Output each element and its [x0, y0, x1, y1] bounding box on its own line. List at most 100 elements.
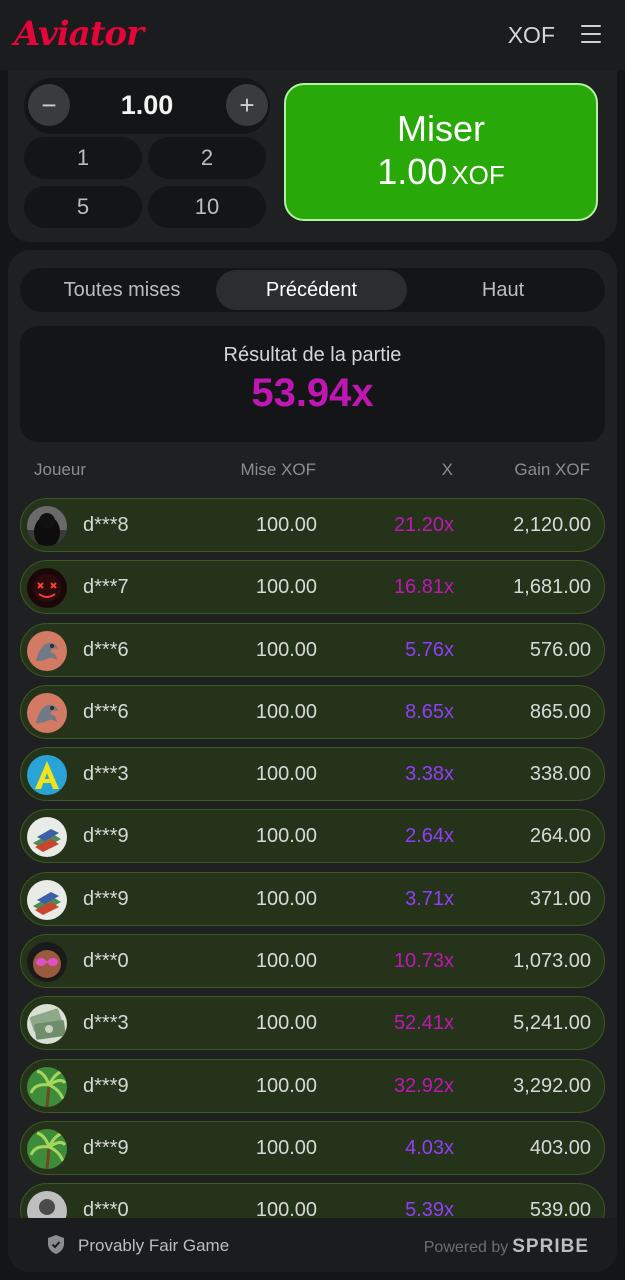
bet-row: d***9 100.00 2.64x 264.00: [20, 809, 605, 864]
win-amount: 5,241.00: [513, 1012, 591, 1035]
player-name: d***8: [83, 514, 129, 536]
stake-stepper: − 1.00 +: [24, 78, 270, 134]
bet-row: d***6 100.00 8.65x 865.00: [20, 684, 605, 739]
bet-amount: 100.00: [255, 514, 317, 536]
bet-panel: − 1.00 + 1 2 5 10 Miser 1.00 XOF: [8, 70, 617, 242]
cashout-multiplier: 3.38x: [405, 763, 454, 786]
footer: Provably Fair Game Powered by SPRIBE: [8, 1218, 617, 1272]
win-amount: 371.00: [529, 887, 591, 910]
spribe-logo: SPRIBE: [512, 1236, 589, 1257]
quick-amount-5-button[interactable]: 5: [24, 186, 142, 228]
win-amount: 264.00: [529, 825, 591, 848]
bet-row: d***6 100.00 5.76x 576.00: [20, 622, 605, 677]
bet-amount: 100.00: [255, 950, 317, 973]
bet-button-label: Miser: [397, 107, 485, 149]
cashout-multiplier: 5.76x: [405, 638, 454, 661]
aviator-logo[interactable]: Aviator: [14, 14, 144, 54]
bet-row: d***0 100.00 10.73x 1,073.00: [20, 934, 605, 989]
palm-avatar: [27, 1066, 67, 1107]
decrease-stake-button[interactable]: −: [28, 84, 70, 126]
tab-top[interactable]: Haut: [412, 270, 594, 310]
bet-amount: 100.00: [255, 1012, 317, 1035]
player-name: d***9: [83, 825, 129, 848]
increase-stake-button[interactable]: +: [226, 84, 268, 126]
powered-by: Powered by SPRIBE: [424, 1236, 589, 1258]
bet-amount: 100.00: [255, 1136, 317, 1159]
column-header-player: Joueur: [34, 460, 86, 479]
bet-row: d***9 100.00 4.03x 403.00: [20, 1120, 605, 1175]
quick-amount-2-button[interactable]: 2: [148, 137, 266, 179]
books-avatar: [27, 817, 67, 858]
cashout-multiplier: 32.92x: [393, 1074, 454, 1097]
bet-button-currency: XOF: [451, 159, 505, 190]
bet-row: d***7 100.00 16.81x 1,681.00: [20, 560, 605, 615]
bet-amount: 100.00: [255, 700, 317, 723]
tab-previous[interactable]: Précédent: [216, 270, 407, 310]
place-bet-button[interactable]: Miser 1.00 XOF: [284, 83, 598, 221]
powered-by-label: Powered by: [423, 1239, 509, 1256]
quick-amount-1-button[interactable]: 1: [24, 137, 142, 179]
cashout-multiplier: 4.03x: [405, 1136, 454, 1159]
quick-amount-10-button[interactable]: 10: [148, 186, 266, 228]
player-name: d***9: [83, 1074, 129, 1097]
cashout-multiplier: 52.41x: [393, 1012, 454, 1035]
bet-row: d***9 100.00 32.92x 3,292.00: [20, 1058, 605, 1113]
money-avatar: [27, 1004, 67, 1045]
shield-check-icon: [48, 1235, 64, 1254]
player-name: d***3: [83, 763, 129, 786]
palm-avatar: [27, 1128, 67, 1169]
player-name: d***6: [83, 638, 129, 661]
bet-amount: 100.00: [255, 763, 317, 786]
bet-row: d***8 100.00 21.20x 2,120.00: [20, 498, 605, 552]
round-result-label: Résultat de la partie: [223, 344, 402, 366]
tab-all-bets[interactable]: Toutes mises: [30, 270, 214, 310]
neon-mask-avatar: [27, 568, 67, 609]
cashout-multiplier: 2.64x: [405, 825, 454, 848]
bets-list-panel: Toutes mises Précédent Haut Résultat de …: [8, 250, 617, 1272]
bets-tabs: Toutes mises Précédent Haut: [20, 268, 605, 312]
cashout-multiplier: 21.20x: [393, 514, 454, 536]
bet-row: d***3 100.00 3.38x 338.00: [20, 747, 605, 802]
win-amount: 403.00: [529, 1136, 591, 1159]
player-name: d***3: [83, 1012, 129, 1035]
provably-fair-link[interactable]: Provably Fair Game: [78, 1236, 229, 1256]
win-amount: 865.00: [529, 700, 591, 723]
cashout-multiplier: 16.81x: [393, 576, 454, 599]
books-avatar: [27, 879, 67, 920]
bet-amount: 100.00: [255, 1074, 317, 1097]
bets-list: d***8 100.00 21.20x 2,120.00 d***7 100.00 16.8…: [20, 498, 605, 1246]
round-result-card: Résultat de la partie 53.94x: [20, 326, 605, 442]
stake-input[interactable]: 1.00: [78, 90, 216, 121]
bet-button-amount: 1.00: [377, 150, 448, 192]
bet-row: d***3 100.00 52.41x 5,241.00: [20, 996, 605, 1051]
column-header-bet: Mise XOF: [240, 460, 316, 479]
dragon-avatar: [27, 692, 67, 733]
player-name: d***9: [83, 1136, 129, 1159]
top-bar: Aviator XOF: [0, 0, 625, 70]
round-result-value: 53.94x: [251, 371, 374, 415]
currency-label: XOF: [507, 22, 555, 48]
hamburger-menu-icon[interactable]: [581, 25, 601, 43]
player-name: d***7: [83, 576, 129, 599]
bet-amount: 100.00: [255, 576, 317, 599]
bet-amount: 100.00: [255, 887, 317, 910]
column-header-win: Gain XOF: [514, 460, 590, 479]
win-amount: 338.00: [529, 763, 591, 786]
bet-amount: 100.00: [255, 638, 317, 661]
letter-a-avatar: [27, 755, 67, 796]
win-amount: 576.00: [529, 638, 591, 661]
win-amount: 1,681.00: [513, 576, 591, 599]
bet-row: d***9 100.00 3.71x 371.00: [20, 871, 605, 926]
win-amount: 2,120.00: [513, 514, 591, 536]
cashout-multiplier: 10.73x: [393, 950, 454, 973]
win-amount: 3,292.00: [513, 1074, 591, 1097]
dragon-avatar: [27, 630, 67, 671]
hooded-figure-avatar: [27, 506, 67, 546]
baby-glasses-avatar: [27, 942, 67, 983]
column-header-multiplier: X: [441, 460, 453, 479]
bet-amount: 100.00: [255, 825, 317, 848]
cashout-multiplier: 3.71x: [405, 887, 454, 910]
bet-button-amount-line: 1.00 XOF: [377, 150, 505, 197]
win-amount: 1,073.00: [513, 950, 591, 973]
player-name: d***6: [83, 700, 129, 723]
